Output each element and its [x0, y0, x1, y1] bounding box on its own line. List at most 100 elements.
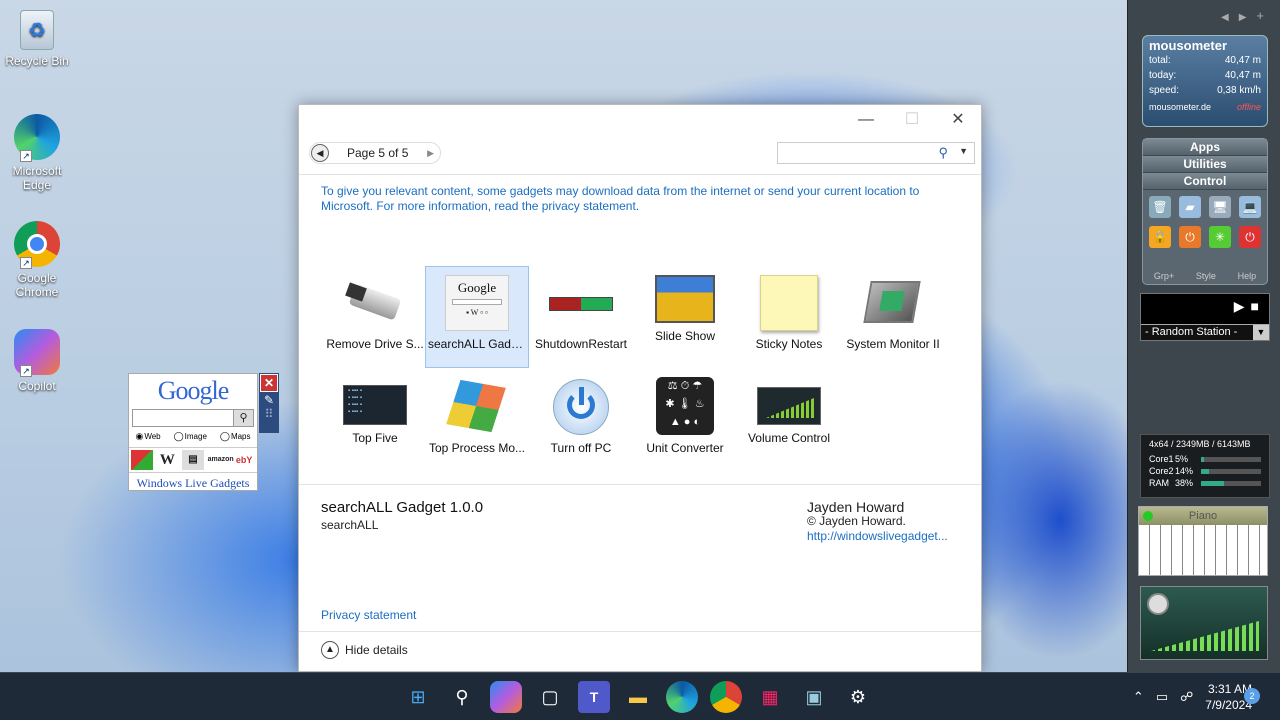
search-icon[interactable]: ⚲ — [938, 145, 948, 161]
gadget-label: Turn off PC — [550, 441, 612, 455]
play-icon[interactable]: ▶ — [1234, 298, 1251, 314]
gadget-tile-shutdownrestart[interactable]: ShutdownRestart — [529, 267, 633, 369]
edge-icon[interactable] — [666, 681, 698, 713]
file-explorer-icon[interactable]: ▬ — [622, 681, 654, 713]
network-icon[interactable]: ☍ — [1180, 689, 1193, 705]
sidebar-add-icon[interactable]: + — [1256, 8, 1274, 23]
gadget-label: Remove Drive S... — [326, 337, 424, 351]
gadget-tile-searchall[interactable]: Google ▪ W ▫ ▫ searchALL Gadg... — [425, 266, 529, 368]
store-icon[interactable]: ▦ — [754, 681, 786, 713]
previous-page-button[interactable]: ◀ — [311, 144, 329, 162]
display-icon[interactable]: ▭ — [1156, 689, 1168, 705]
teams-icon[interactable]: T — [578, 681, 610, 713]
minimize-button[interactable]: — — [843, 105, 889, 135]
page-label: Page 5 of 5 — [347, 146, 409, 160]
meter-label: RAM — [1149, 478, 1169, 488]
google-search-input[interactable]: ⚲ — [132, 409, 254, 427]
gadget-tile-remove-drive[interactable]: Remove Drive S... — [323, 267, 427, 369]
gadget-search-input[interactable] — [778, 143, 928, 163]
gadget-label: Top Process Mo... — [428, 441, 526, 455]
mousometer-gadget[interactable]: mousometer total: 40,47 m today: 40,47 m s… — [1142, 35, 1268, 127]
drive-icon[interactable]: ▰ — [1179, 196, 1201, 218]
gadget-tile-sticky-notes[interactable]: Sticky Notes — [737, 267, 841, 369]
hide-details-button[interactable]: ▲ Hide details — [321, 641, 408, 659]
recycle-bin-icon[interactable]: 🗑 — [1149, 196, 1171, 218]
sidebar-next-icon[interactable]: ▶ — [1239, 12, 1257, 23]
radio-maps[interactable]: Maps — [220, 431, 251, 442]
volume-meter-gadget[interactable] — [1140, 586, 1268, 660]
start-icon[interactable]: ⊞ — [402, 681, 434, 713]
usage-bar — [1201, 480, 1261, 486]
gadget-gallery-icon[interactable]: ▣ — [798, 681, 830, 713]
gadget-tile-slide-show[interactable]: Slide Show — [633, 267, 737, 369]
privacy-notice[interactable]: To give you relevant content, some gadge… — [321, 184, 941, 214]
hide-details-label: Hide details — [345, 643, 408, 657]
details-author-link[interactable]: http://windowslivegadget... — [807, 529, 948, 543]
amazon-link-icon[interactable]: amazon — [208, 450, 234, 470]
notification-badge[interactable]: 2 — [1244, 688, 1260, 704]
tab-utilities[interactable]: Utilities — [1143, 156, 1267, 173]
ebay-link-icon[interactable]: ebY — [233, 450, 255, 470]
desktop-icon-chrome[interactable]: ↗ Google Chrome — [4, 221, 70, 299]
gadget-tile-volume-control[interactable]: Volume Control — [737, 371, 841, 473]
chevron-up-icon[interactable]: ⌃ — [1133, 689, 1144, 705]
radio-image[interactable]: Image — [174, 431, 207, 442]
tab-control[interactable]: Control — [1143, 173, 1267, 190]
chevron-down-icon[interactable]: ▼ — [1253, 325, 1269, 340]
gadget-tile-turn-off-pc[interactable]: Turn off PC — [529, 371, 633, 473]
piano-keys[interactable] — [1139, 525, 1267, 575]
computer-icon[interactable]: 🖥 — [1209, 196, 1231, 218]
search-icon[interactable]: ⚲ — [233, 410, 253, 426]
laptop-icon[interactable]: 💻 — [1239, 196, 1261, 218]
gadget-tile-unit-converter[interactable]: ⚖ ⏱ ☂ ✱ 🌡 ♨ ▲ ● ◐ Unit Converter — [633, 371, 737, 473]
gadget-tile-system-monitor[interactable]: System Monitor II — [841, 267, 945, 369]
drag-handle-icon[interactable]: ⠿ — [259, 407, 279, 421]
youtube-link-icon[interactable]: ▤ — [181, 450, 204, 470]
radio-gadget: ▶■ - Random Station - ▼ — [1140, 293, 1270, 341]
desktop-icon-label: Microsoft Edge — [12, 164, 62, 192]
sleep-icon[interactable]: ✳ — [1209, 226, 1231, 248]
station-select[interactable]: - Random Station - ▼ — [1141, 324, 1269, 340]
shutdown-restart-icon — [549, 275, 613, 331]
mousometer-site-link[interactable]: mousometer.de — [1149, 102, 1211, 112]
desktop-icon-recycle-bin[interactable]: ♻ Recycle Bin — [4, 10, 70, 68]
desktop-icon-edge[interactable]: ↗ Microsoft Edge — [4, 114, 70, 192]
tab-apps[interactable]: Apps — [1143, 139, 1267, 156]
gadget-tile-top-five[interactable]: ▪ ▪▪▪ ▪ ▪ ▪▪▪ ▪ ▪ ▪▪▪ ▪ ▪ ▪▪▪ ▪ Top Five — [323, 371, 427, 473]
gadget-tile-top-process-monitor[interactable]: Top Process Mo... — [425, 371, 529, 473]
close-button[interactable]: ✕ — [935, 105, 981, 135]
task-view-icon[interactable]: ▢ — [534, 681, 566, 713]
chrome-icon[interactable] — [710, 681, 742, 713]
privacy-statement-link[interactable]: Privacy statement — [321, 608, 416, 622]
gadget-footer-link[interactable]: Windows Live Gadgets — [129, 476, 257, 491]
copilot-icon[interactable] — [490, 681, 522, 713]
stop-icon[interactable]: ■ — [1251, 298, 1265, 314]
close-icon[interactable]: ✕ — [260, 374, 278, 392]
stat-label: total: — [1149, 55, 1171, 66]
logoff-icon[interactable]: ⏻ — [1179, 226, 1201, 248]
maximize-button[interactable]: ☐ — [889, 105, 935, 135]
google-search-gadget[interactable]: Google ⚲ Web Image Maps W ▤ amazon ebY W… — [128, 373, 258, 491]
chevron-down-icon[interactable]: ▼ — [959, 146, 968, 156]
piano-gadget[interactable]: Piano — [1138, 506, 1268, 576]
google-link-icon[interactable] — [130, 450, 153, 470]
lock-icon[interactable]: 🔒 — [1149, 226, 1171, 248]
radio-web[interactable]: Web — [135, 431, 160, 442]
desktop-icon-copilot[interactable]: ↗ Copilot — [4, 329, 70, 393]
gadget-label: searchALL Gadg... — [428, 337, 528, 351]
next-page-button[interactable]: ▶ — [427, 148, 434, 159]
cpu-chip-icon — [861, 275, 925, 331]
launcher-help[interactable]: Help — [1238, 271, 1257, 281]
stat-label: speed: — [1149, 85, 1180, 96]
launcher-style[interactable]: Style — [1196, 271, 1216, 281]
sidebar-prev-icon[interactable]: ◀ — [1221, 12, 1239, 23]
stat-label: today: — [1149, 70, 1177, 81]
shutdown-icon[interactable]: ⏻ — [1239, 226, 1261, 248]
search-icon[interactable]: ⚲ — [446, 681, 478, 713]
status-badge: offline — [1236, 102, 1261, 112]
wikipedia-link-icon[interactable]: W — [156, 450, 178, 470]
wrench-icon[interactable]: ✎ — [259, 393, 279, 407]
settings-icon[interactable]: ⚙ — [842, 681, 874, 713]
details-gadget-name: searchALL Gadget 1.0.0 — [321, 499, 484, 516]
launcher-group-add[interactable]: Grp+ — [1154, 271, 1174, 281]
